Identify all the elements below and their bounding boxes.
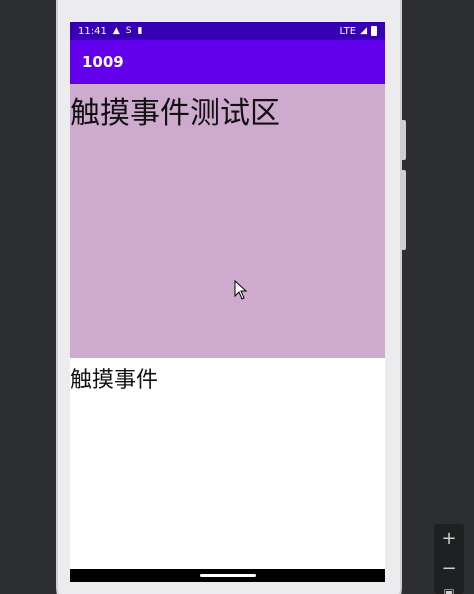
navigation-bar xyxy=(70,569,385,582)
device-screen: 11:41 ▲ S ▮ LTE ◢ 1009 触摸事件测试区 触摸事件 xyxy=(70,22,385,582)
touch-area-label: 触摸事件测试区 xyxy=(70,96,280,131)
zoom-in-button[interactable]: + xyxy=(434,528,464,550)
signal-icon: ◢ xyxy=(360,25,367,36)
status-time: 11:41 xyxy=(78,25,107,37)
network-type: LTE xyxy=(339,25,357,37)
fit-screen-icon[interactable]: ▣ xyxy=(434,582,464,594)
notification-a-icon: ▲ xyxy=(112,25,120,36)
status-bar: 11:41 ▲ S ▮ LTE ◢ xyxy=(70,22,385,40)
mouse-cursor-icon xyxy=(234,280,248,300)
notification-s-icon: S xyxy=(125,25,132,36)
touch-test-area[interactable]: 触摸事件测试区 xyxy=(70,84,385,358)
emulator-zoom-panel: + − ▣ xyxy=(434,524,464,594)
app-title: 1009 xyxy=(82,53,124,71)
volume-button[interactable] xyxy=(400,170,406,250)
sd-card-icon: ▮ xyxy=(137,25,143,36)
app-bar: 1009 xyxy=(70,40,385,84)
home-gesture-handle[interactable] xyxy=(200,574,256,577)
battery-icon xyxy=(371,26,377,36)
touch-event-text: 触摸事件 xyxy=(70,368,159,393)
zoom-out-button[interactable]: − xyxy=(434,558,464,580)
power-button[interactable] xyxy=(400,120,406,160)
